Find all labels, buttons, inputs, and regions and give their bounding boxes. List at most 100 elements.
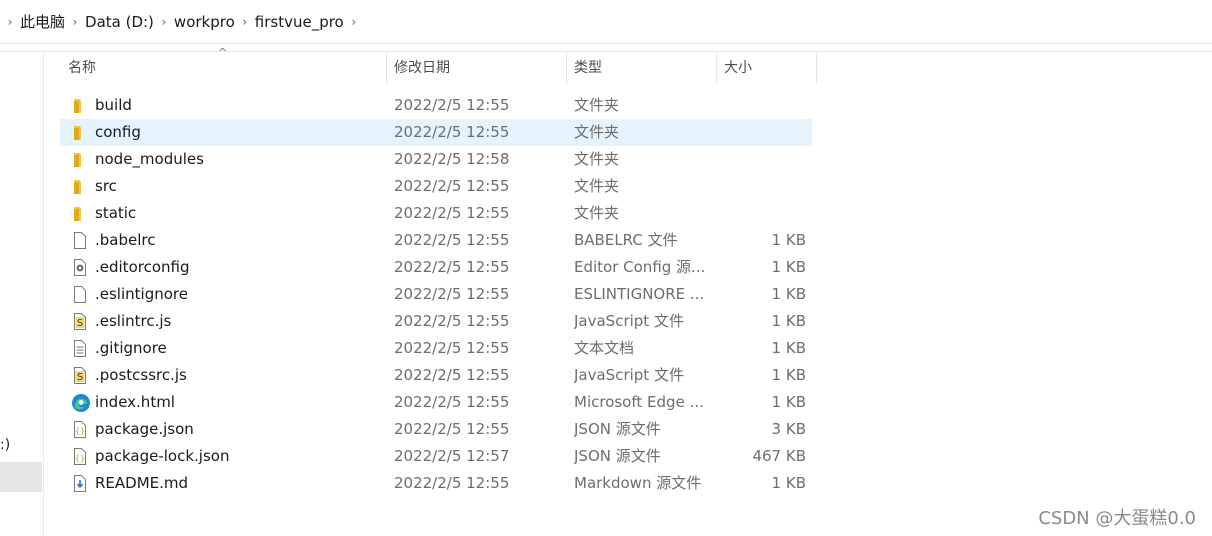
file-date: 2022/2/5 12:55 [394, 393, 510, 411]
nav-item-fragment[interactable]: :) [0, 437, 10, 453]
file-name: .postcssrc.js [95, 366, 187, 384]
file-row[interactable]: src 2022/2/5 12:55 文件夹 [60, 173, 812, 200]
file-date: 2022/2/5 12:55 [394, 339, 510, 357]
file-size: 1 KB [771, 312, 806, 330]
file-name: config [95, 123, 141, 141]
svg-text:S: S [77, 318, 83, 329]
file-size: 1 KB [771, 258, 806, 276]
file-size [714, 146, 806, 173]
file-size [714, 173, 806, 200]
breadcrumb-item[interactable]: workpro [174, 0, 235, 44]
file-type: 文件夹 [574, 96, 620, 114]
file-row[interactable]: index.html 2022/2/5 12:55 Microsoft Edge .… [60, 389, 812, 416]
file-name: package-lock.json [95, 447, 230, 465]
file-size: 1 KB [771, 231, 806, 249]
file-type: BABELRC 文件 [574, 231, 678, 249]
file-date: 2022/2/5 12:55 [394, 258, 510, 276]
file-date: 2022/2/5 12:55 [394, 420, 510, 438]
folder-icon [71, 96, 89, 115]
folder-icon [71, 204, 89, 223]
column-header-size[interactable]: 大小 [716, 52, 816, 84]
file-date: 2022/2/5 12:55 [394, 177, 510, 195]
file-row[interactable]: build 2022/2/5 12:55 文件夹 [60, 92, 812, 119]
file-date: 2022/2/5 12:55 [394, 366, 510, 384]
file-name: .eslintignore [95, 285, 188, 303]
file-row[interactable]: config 2022/2/5 12:55 文件夹 [60, 119, 812, 146]
file-size [714, 92, 806, 119]
file-row[interactable]: {} package-lock.json 2022/2/5 12:57 JSON 源文… [60, 443, 812, 470]
file-row[interactable]: S .postcssrc.js 2022/2/5 12:55 JavaScript 文… [60, 362, 812, 389]
file-row[interactable]: .gitignore 2022/2/5 12:55 文本文档 1 KB [60, 335, 812, 362]
chevron-right-icon[interactable]: › [158, 0, 170, 44]
file-size: 1 KB [771, 366, 806, 384]
file-size: 1 KB [771, 393, 806, 411]
nav-selected-item[interactable] [0, 462, 42, 492]
column-header-type[interactable]: 类型 [566, 52, 716, 84]
column-header-name[interactable]: 名称 [60, 52, 386, 84]
file-name: static [95, 204, 137, 222]
breadcrumb-item[interactable]: firstvue_pro [255, 0, 344, 44]
file-type: JSON 源文件 [574, 420, 661, 438]
file-name: README.md [95, 474, 189, 492]
file-row[interactable]: static 2022/2/5 12:55 文件夹 [60, 200, 812, 227]
file-name: node_modules [95, 150, 204, 168]
file-size [714, 200, 806, 227]
breadcrumb-item[interactable]: Data (D:) [85, 0, 154, 44]
file-name: .gitignore [95, 339, 167, 357]
file-size [714, 119, 806, 146]
edge-icon [71, 393, 90, 412]
folder-icon [71, 150, 89, 169]
text-file-icon [71, 339, 89, 358]
file-name: src [95, 177, 117, 195]
file-row[interactable]: .eslintignore 2022/2/5 12:55 ESLINTIGNORE … [60, 281, 812, 308]
file-name: package.json [95, 420, 194, 438]
file-type: Markdown 源文件 [574, 474, 702, 492]
file-date: 2022/2/5 12:55 [394, 231, 510, 249]
file-date: 2022/2/5 12:55 [394, 204, 510, 222]
config-file-icon [71, 258, 89, 277]
file-name: build [95, 96, 132, 114]
file-size: 1 KB [771, 339, 806, 357]
json-file-icon: {} [71, 420, 89, 439]
file-date: 2022/2/5 12:55 [394, 96, 510, 114]
file-type: 文件夹 [574, 204, 620, 222]
file-row[interactable]: S .eslintrc.js 2022/2/5 12:55 JavaScript 文件… [60, 308, 812, 335]
blank-file-icon [71, 285, 89, 304]
file-size: 467 KB [752, 447, 806, 465]
chevron-right-icon[interactable]: › [239, 0, 251, 44]
chevron-right-icon[interactable]: › [348, 0, 360, 44]
file-type: JavaScript 文件 [574, 366, 684, 384]
file-row[interactable]: node_modules 2022/2/5 12:58 文件夹 [60, 146, 812, 173]
file-row[interactable]: .editorconfig 2022/2/5 12:55 Editor Config… [60, 254, 812, 281]
svg-text:{}: {} [75, 427, 85, 436]
file-type: 文件夹 [574, 123, 620, 141]
column-header-date[interactable]: 修改日期 [386, 52, 566, 84]
address-bar[interactable]: › 此电脑 › Data (D:) › workpro › firstvue_pro › [0, 0, 1212, 44]
file-name: index.html [95, 393, 175, 411]
script-file-icon: S [71, 366, 89, 385]
folder-icon [71, 177, 89, 196]
chevron-right-icon[interactable]: › [69, 0, 81, 44]
file-row[interactable]: README.md 2022/2/5 12:55 Markdown 源文件 1 KB [60, 470, 812, 497]
file-type: 文件夹 [574, 150, 620, 168]
file-date: 2022/2/5 12:55 [394, 123, 510, 141]
file-type: Editor Config 源... [574, 258, 706, 276]
file-date: 2022/2/5 12:57 [394, 447, 510, 465]
chevron-right-icon[interactable]: › [4, 0, 16, 44]
file-date: 2022/2/5 12:55 [394, 312, 510, 330]
file-row[interactable]: {} package.json 2022/2/5 12:55 JSON 源文件 3 KB [60, 416, 812, 443]
svg-text:{}: {} [75, 454, 85, 463]
watermark: CSDN @大蛋糕0.0 [1038, 508, 1196, 529]
file-type: JSON 源文件 [574, 447, 661, 465]
file-name: .babelrc [95, 231, 156, 249]
file-size: 3 KB [771, 420, 806, 438]
column-divider[interactable] [816, 52, 817, 84]
file-type: 文本文档 [574, 339, 635, 357]
breadcrumb-item[interactable]: 此电脑 [20, 0, 65, 44]
script-file-icon: S [71, 312, 89, 331]
svg-text:S: S [77, 372, 83, 383]
file-row[interactable]: .babelrc 2022/2/5 12:55 BABELRC 文件 1 KB [60, 227, 812, 254]
markdown-file-icon [71, 474, 89, 493]
file-type: ESLINTIGNORE ... [574, 285, 705, 303]
file-type: JavaScript 文件 [574, 312, 684, 330]
